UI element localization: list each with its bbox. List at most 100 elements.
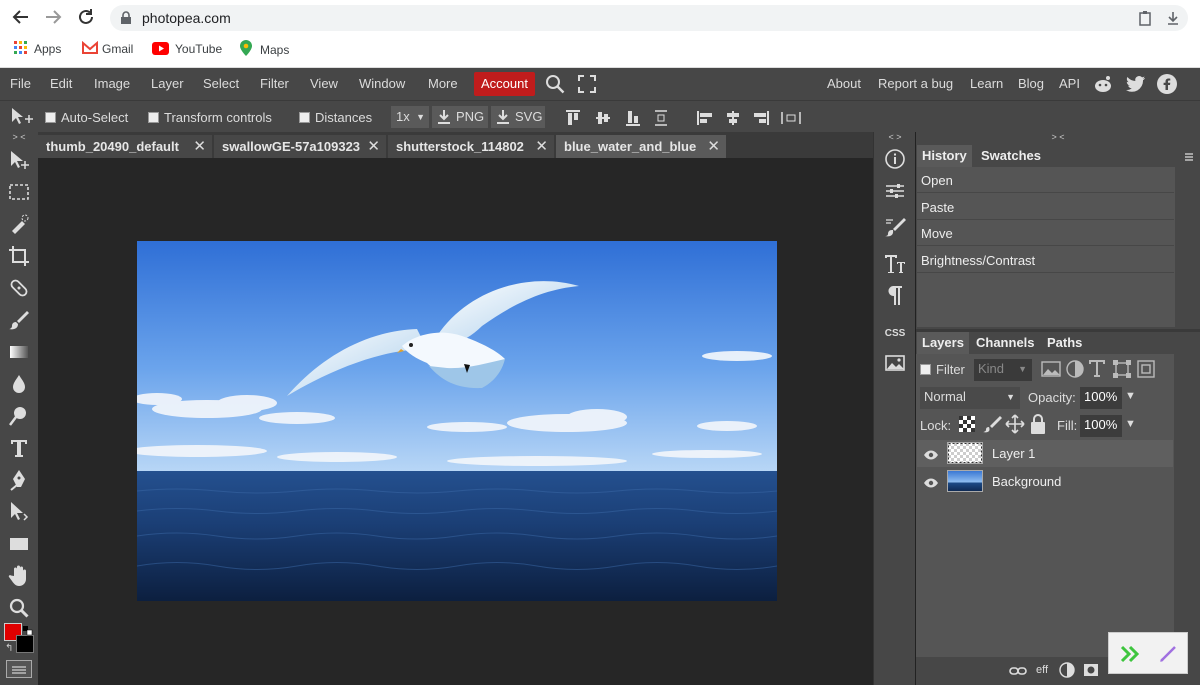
back-icon[interactable]	[10, 6, 32, 28]
zoom-tool-icon[interactable]	[7, 596, 31, 620]
bookmark-gmail[interactable]: Gmail	[82, 40, 133, 58]
eye-icon[interactable]	[923, 473, 939, 489]
extension-widget[interactable]	[1108, 632, 1188, 674]
link-api[interactable]: API	[1059, 75, 1080, 93]
hand-tool-icon[interactable]	[7, 564, 31, 588]
collapse-icon[interactable]: > <	[916, 132, 1200, 142]
bookmark-youtube[interactable]: YouTube	[152, 40, 222, 58]
link-layers-icon[interactable]	[1009, 664, 1027, 682]
menu-view[interactable]: View	[310, 75, 338, 93]
lock-transparency-icon[interactable]	[958, 415, 976, 438]
close-icon[interactable]: ✕	[535, 135, 548, 158]
distances-checkbox[interactable]: Distances	[299, 110, 372, 126]
link-about[interactable]: About	[827, 75, 861, 93]
text-tool-icon[interactable]	[7, 436, 31, 460]
kind-dropdown[interactable]: Kind ▼	[974, 359, 1032, 381]
align-top-icon[interactable]	[564, 109, 582, 127]
align-bottom-icon[interactable]	[624, 109, 642, 127]
facebook-icon[interactable]	[1157, 74, 1177, 97]
blend-mode-dropdown[interactable]: Normal ▼	[920, 387, 1020, 409]
default-colors-icon[interactable]: ↰	[5, 643, 13, 654]
history-item[interactable]: Brightness/Contrast	[917, 248, 1174, 273]
share-icon[interactable]	[1138, 10, 1152, 31]
dodge-tool-icon[interactable]	[7, 404, 31, 428]
twitter-icon[interactable]	[1126, 75, 1146, 96]
pen-tool-icon[interactable]	[7, 468, 31, 492]
tab-channels[interactable]: Channels	[971, 332, 1040, 354]
export-png-button[interactable]: PNG	[432, 106, 488, 128]
zoom-dropdown[interactable]: 1x ▼	[391, 106, 429, 128]
css-icon[interactable]: CSS	[883, 326, 907, 350]
forward-chevrons-icon[interactable]	[1119, 643, 1141, 670]
lock-pixels-icon[interactable]	[982, 414, 1002, 439]
tab-document-active[interactable]: blue_water_and_blue ✕	[556, 135, 726, 158]
eye-icon[interactable]	[923, 445, 939, 461]
lock-all-icon[interactable]	[1029, 413, 1047, 440]
brush-settings-icon[interactable]	[883, 216, 907, 240]
menu-filter[interactable]: Filter	[260, 75, 289, 93]
account-button[interactable]: Account	[474, 72, 535, 96]
collapse-icon[interactable]: < >	[874, 132, 916, 142]
layer-mask-icon[interactable]	[1083, 663, 1099, 682]
link-learn[interactable]: Learn	[970, 75, 1003, 93]
move-tool-icon[interactable]	[7, 148, 31, 172]
healing-brush-tool-icon[interactable]	[7, 276, 31, 300]
layer-row-selected[interactable]: Layer 1	[917, 440, 1173, 467]
tab-document[interactable]: thumb_20490_default ✕	[38, 135, 212, 158]
opacity-slider-arrow-icon[interactable]: ▼	[1125, 390, 1136, 402]
filter-text-icon[interactable]	[1088, 358, 1106, 383]
search-icon[interactable]	[545, 74, 565, 97]
marquee-tool-icon[interactable]	[7, 180, 31, 204]
tab-layers[interactable]: Layers	[917, 332, 969, 354]
tab-document[interactable]: shutterstock_114802 ✕	[388, 135, 554, 158]
info-icon[interactable]	[883, 148, 907, 172]
tab-paths[interactable]: Paths	[1042, 332, 1087, 354]
history-item[interactable]: Move	[917, 221, 1174, 246]
pen-edit-icon[interactable]	[1157, 643, 1179, 670]
align-center-icon[interactable]	[724, 109, 742, 127]
menu-layer[interactable]: Layer	[151, 75, 184, 93]
panel-menu-icon[interactable]	[1184, 149, 1194, 167]
opacity-input[interactable]: 100%	[1080, 387, 1122, 409]
background-color-swatch[interactable]	[16, 635, 34, 653]
forward-icon[interactable]	[42, 6, 64, 28]
align-right-icon[interactable]	[752, 109, 770, 127]
tab-history[interactable]: History	[917, 145, 972, 167]
link-blog[interactable]: Blog	[1018, 75, 1044, 93]
filter-shape-icon[interactable]	[1112, 359, 1132, 384]
close-icon[interactable]: ✕	[367, 135, 380, 158]
rectangle-tool-icon[interactable]	[7, 532, 31, 556]
menu-select[interactable]: Select	[203, 75, 239, 93]
canvas-workspace[interactable]	[38, 158, 873, 685]
quick-select-tool-icon[interactable]	[7, 212, 31, 236]
quick-mask-icon[interactable]	[6, 660, 32, 678]
close-icon[interactable]: ✕	[707, 135, 720, 158]
brush-tool-icon[interactable]	[7, 308, 31, 332]
adjustment-layer-icon[interactable]	[1059, 662, 1075, 683]
fullscreen-icon[interactable]	[578, 75, 596, 96]
distribute-vertical-icon[interactable]	[652, 109, 670, 127]
history-item[interactable]: Open	[917, 168, 1174, 193]
tab-swatches[interactable]: Swatches	[976, 145, 1046, 167]
character-icon[interactable]	[883, 252, 907, 276]
menu-window[interactable]: Window	[359, 75, 405, 93]
adjustments-icon[interactable]	[883, 180, 907, 204]
reddit-icon[interactable]	[1093, 74, 1113, 97]
blur-tool-icon[interactable]	[7, 372, 31, 396]
bookmark-apps[interactable]: Apps	[14, 40, 61, 58]
distribute-horizontal-icon[interactable]	[780, 109, 802, 127]
transform-controls-checkbox[interactable]: Transform controls	[148, 110, 272, 126]
link-report-bug[interactable]: Report a bug	[878, 75, 953, 93]
filter-checkbox[interactable]: Filter	[920, 361, 965, 379]
path-select-tool-icon[interactable]	[7, 500, 31, 524]
swap-colors-icon[interactable]	[23, 623, 33, 636]
tab-document[interactable]: swallowGE-57a109323 ✕	[214, 135, 386, 158]
close-icon[interactable]: ✕	[193, 135, 206, 158]
document-canvas[interactable]	[137, 241, 777, 601]
menu-image[interactable]: Image	[94, 75, 130, 93]
download-icon[interactable]	[1166, 10, 1180, 31]
paragraph-icon[interactable]	[883, 284, 907, 308]
menu-file[interactable]: File	[10, 75, 31, 93]
image-icon[interactable]	[883, 354, 907, 378]
collapse-icon[interactable]: > <	[0, 132, 38, 142]
